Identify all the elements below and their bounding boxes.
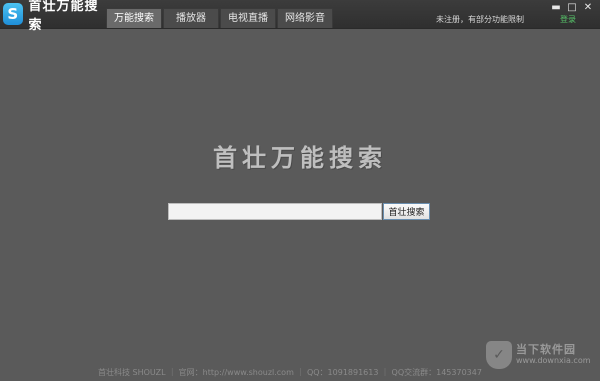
- maximize-button[interactable]: □: [564, 0, 580, 14]
- app-logo-icon: S: [3, 3, 23, 25]
- title-bar: S 首壮万能搜索 万能搜索 播放器 电视直播 网络影音 未注册，有部分功能限制 …: [0, 0, 600, 33]
- tab-universal-search[interactable]: 万能搜索: [106, 8, 162, 28]
- app-name: 首壮万能搜索: [28, 0, 99, 33]
- watermark: ✓ 当下软件园 www.downxia.com: [486, 341, 591, 369]
- minimize-button[interactable]: ▬: [548, 0, 564, 14]
- tab-player[interactable]: 播放器: [163, 8, 219, 28]
- watermark-name: 当下软件园: [516, 343, 576, 356]
- watermark-url: www.downxia.com: [516, 356, 591, 365]
- close-button[interactable]: ✕: [580, 0, 596, 14]
- login-link[interactable]: 登录: [560, 14, 576, 25]
- search-input[interactable]: [168, 203, 382, 220]
- tab-tv-live[interactable]: 电视直播: [220, 8, 276, 28]
- app-logo: S 首壮万能搜索: [3, 0, 103, 33]
- footer-info: 首壮科技 SHOUZL ｜ 官网：http://www.shouzl.com ｜…: [98, 368, 482, 377]
- tab-web-video[interactable]: 网络影音: [277, 8, 333, 28]
- page-title: 首壮万能搜索: [213, 143, 387, 172]
- search-button[interactable]: 首壮搜索: [383, 203, 430, 220]
- window-controls: ▬ □ ✕: [548, 0, 596, 14]
- watermark-shield-icon: ✓: [486, 341, 512, 369]
- registration-notice: 未注册，有部分功能限制: [436, 15, 524, 24]
- tab-bar: 万能搜索 播放器 电视直播 网络影音: [106, 8, 334, 28]
